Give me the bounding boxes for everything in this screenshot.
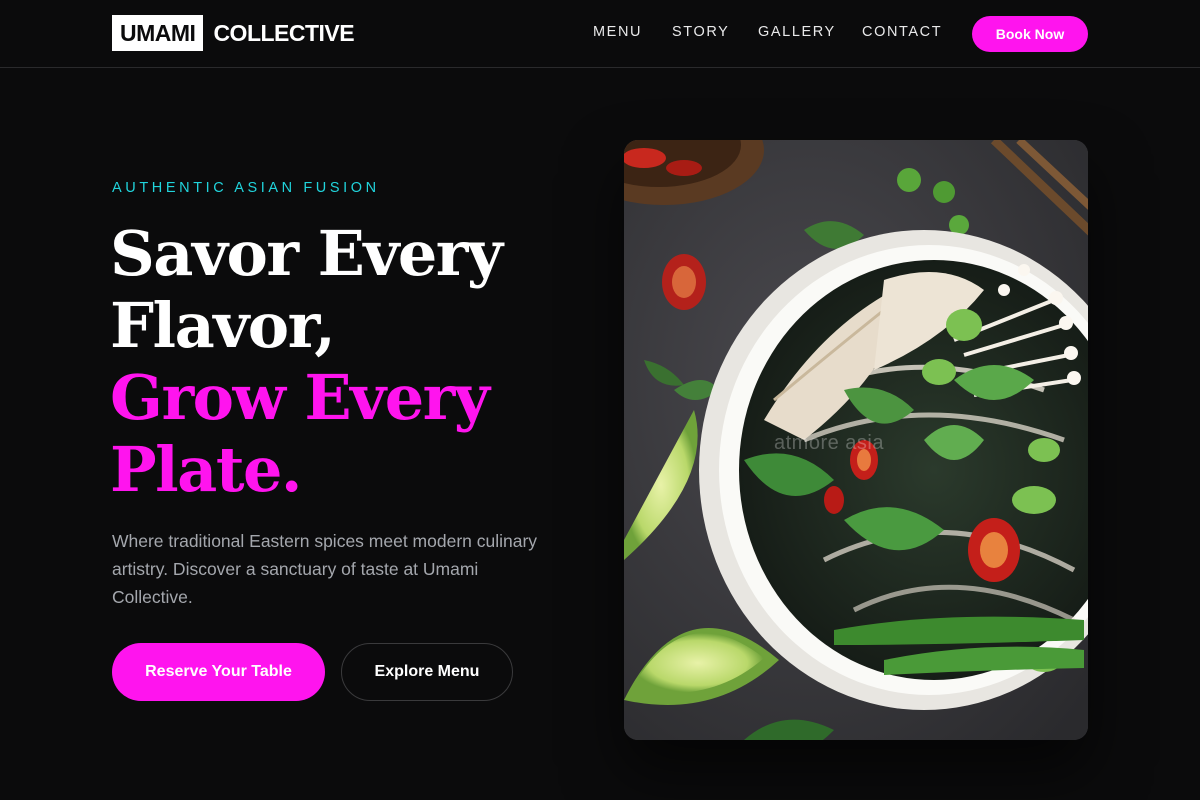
reserve-table-button[interactable]: Reserve Your Table: [112, 643, 325, 701]
hero-food-image: atmore asia: [624, 140, 1088, 740]
nav-link-contact[interactable]: CONTACT: [862, 24, 958, 40]
image-watermark: atmore asia: [774, 432, 884, 454]
hero-eyebrow: AUTHENTIC ASIAN FUSION: [112, 180, 380, 196]
nav-link-gallery[interactable]: GALLERY: [758, 24, 862, 40]
headline-line-1: Savor Every: [110, 217, 503, 290]
nav-links: MENU STORY GALLERY CONTACT: [593, 24, 958, 40]
book-now-button[interactable]: Book Now: [972, 16, 1088, 52]
headline-line-4: Plate.: [110, 433, 303, 506]
nav-link-story[interactable]: STORY: [672, 24, 758, 40]
nav-link-menu[interactable]: MENU: [593, 24, 672, 40]
headline-line-3: Grow Every: [110, 361, 490, 434]
headline-line-2: Flavor,: [110, 289, 336, 362]
logo-box: UMAMI: [112, 15, 204, 51]
explore-menu-button[interactable]: Explore Menu: [341, 643, 513, 701]
hero-subtext: Where traditional Eastern spices meet mo…: [112, 531, 538, 607]
brand-logo[interactable]: UMAMI COLLECTIVE: [112, 15, 355, 51]
logo-text: COLLECTIVE: [213, 19, 355, 46]
top-navbar: UMAMI COLLECTIVE MENU STORY GALLERY CONT…: [0, 0, 1200, 68]
hero-headline: Savor Every Flavor, Grow Every Plate.: [110, 217, 503, 506]
